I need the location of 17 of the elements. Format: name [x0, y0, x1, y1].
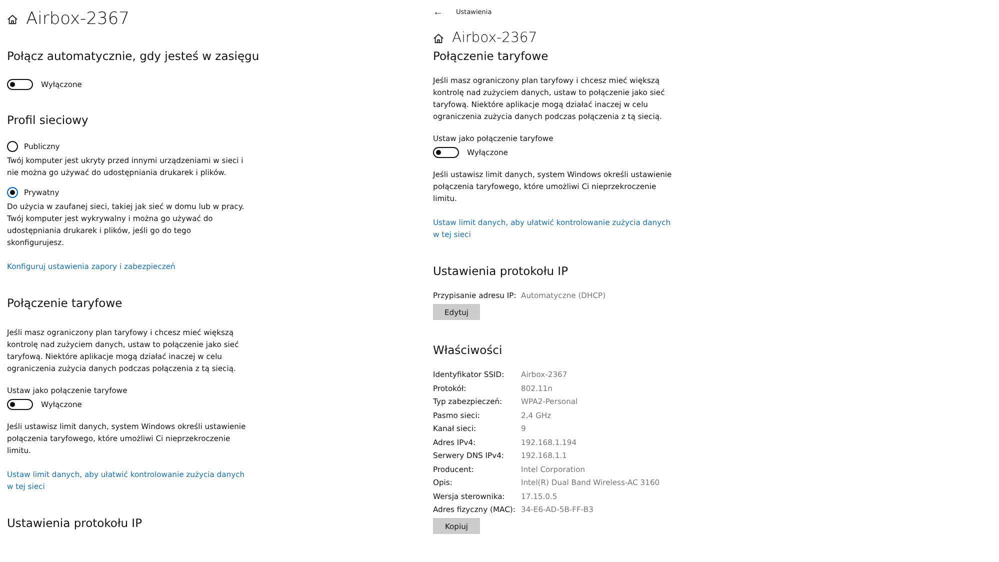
section-heading: Profil sieciowy — [7, 112, 88, 128]
home-icon[interactable] — [7, 14, 18, 24]
page-title: Airbox-2367 — [452, 30, 538, 46]
page-title: Airbox-2367 — [26, 9, 130, 29]
section-heading: Połączenie taryfowe — [7, 295, 122, 311]
radio-button[interactable] — [7, 141, 18, 152]
home-icon[interactable] — [433, 32, 444, 44]
section-heading: Połącz automatycznie, gdy jesteś w zasięgu — [7, 48, 260, 64]
section-heading: Połączenie taryfowe — [433, 48, 548, 64]
toggle-switch[interactable] — [433, 147, 459, 158]
toggle-switch[interactable] — [7, 79, 33, 90]
radio-button[interactable] — [7, 187, 18, 198]
section-heading: Ustawienia protokołu IP — [433, 263, 568, 279]
section-heading: Ustawienia protokołu IP — [7, 515, 142, 531]
toggle-switch[interactable] — [7, 399, 33, 410]
back-button[interactable]: ← — [433, 6, 443, 18]
section-heading: Właściwości — [433, 342, 502, 358]
